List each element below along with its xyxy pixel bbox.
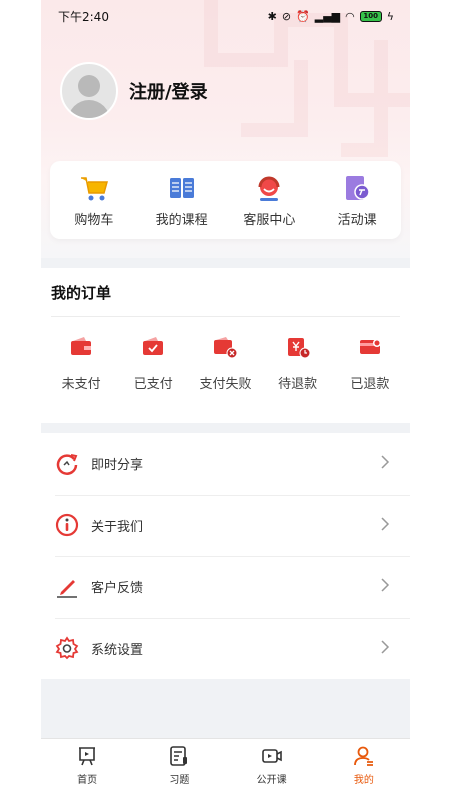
quick-action-activity-course[interactable]: 活动课 xyxy=(317,173,397,228)
menu-item-system-settings[interactable]: 系统设置 xyxy=(41,617,410,680)
quick-action-cart[interactable]: 购物车 xyxy=(54,173,134,228)
paid-wallet-icon xyxy=(143,337,164,355)
orders-title: 我的订单 xyxy=(51,284,112,302)
avatar[interactable] xyxy=(60,62,118,120)
mine-page: 下午2:40 ✱ ⊘ ⏰ ▂▄▆ ◠ 100 ϟ 注册/登录 购物车 我的课程 … xyxy=(41,0,410,800)
share-icon xyxy=(56,453,78,475)
order-status-label: 支付失败 xyxy=(199,377,252,392)
quick-actions-card: 购物车 我的课程 客服中心 活动课 xyxy=(50,161,401,239)
chevron-right-icon xyxy=(381,516,390,531)
nav-tab-mine[interactable]: 我的 xyxy=(318,739,410,800)
order-status-unpaid[interactable]: 未支付 xyxy=(48,334,114,392)
quick-action-service-center[interactable]: 客服中心 xyxy=(229,173,309,228)
profile-icon xyxy=(353,746,373,766)
status-bar: 下午2:40 ✱ ⊘ ⏰ ▂▄▆ ◠ 100 ϟ xyxy=(41,0,410,32)
quick-action-label: 客服中心 xyxy=(243,212,296,228)
charging-icon: ϟ xyxy=(386,9,394,23)
status-icons: ✱ ⊘ ⏰ ▂▄▆ ◠ 100 ϟ xyxy=(268,10,394,23)
menu-item-label: 关于我们 xyxy=(91,519,144,535)
unpaid-wallet-icon xyxy=(71,337,92,355)
quick-action-label: 购物车 xyxy=(74,212,114,228)
feedback-pen-icon xyxy=(57,579,77,598)
activity-course-icon xyxy=(346,175,370,200)
nav-tab-label: 公开课 xyxy=(256,775,287,786)
exercise-icon xyxy=(170,746,188,766)
menu-item-customer-feedback[interactable]: 客户反馈 xyxy=(41,556,410,618)
order-status-paid[interactable]: 已支付 xyxy=(120,334,186,392)
orders-section: 我的订单 未支付 已支付 支付失败 待退款 已退款 xyxy=(41,268,410,423)
profile-header: 下午2:40 ✱ ⊘ ⏰ ▂▄▆ ◠ 100 ϟ 注册/登录 购物车 我的课程 … xyxy=(41,0,410,258)
chevron-right-icon xyxy=(381,455,390,469)
nav-tab-exercises[interactable]: 习题 xyxy=(133,739,225,800)
menu-item-label: 即时分享 xyxy=(91,458,144,474)
order-status-refunded[interactable]: 已退款 xyxy=(337,334,403,392)
alarm-icon: ⏰ xyxy=(296,9,310,23)
settings-menu: 即时分享 关于我们 客户反馈 系统设置 xyxy=(41,433,410,679)
order-status-label: 已退款 xyxy=(350,377,390,392)
orders-status-row: 未支付 已支付 支付失败 待退款 已退款 xyxy=(41,334,410,392)
orders-divider xyxy=(51,316,400,317)
menu-item-about-us[interactable]: 关于我们 xyxy=(41,494,410,557)
headset-icon xyxy=(258,176,280,201)
wifi-icon: ◠ xyxy=(345,9,355,23)
settings-gear-icon xyxy=(55,636,79,660)
nav-tab-open-class[interactable]: 公开课 xyxy=(226,739,318,800)
home-screen-icon xyxy=(79,747,96,766)
battery-icon: 100 xyxy=(359,10,382,22)
video-icon xyxy=(261,749,282,763)
info-icon xyxy=(55,514,79,537)
login-register-link[interactable]: 注册/登录 xyxy=(129,78,208,104)
menu-item-label: 系统设置 xyxy=(91,642,144,658)
nav-tab-label: 首页 xyxy=(77,775,98,786)
chevron-right-icon xyxy=(381,578,390,592)
quick-action-label: 我的课程 xyxy=(155,212,208,228)
order-status-pending-refund[interactable]: 待退款 xyxy=(265,334,331,392)
mute-icon: ⊘ xyxy=(281,9,292,23)
cart-icon xyxy=(80,176,108,200)
pending-refund-icon xyxy=(287,338,311,359)
refunded-card-icon xyxy=(359,339,381,354)
chevron-right-icon xyxy=(381,639,390,654)
menu-item-instant-share[interactable]: 即时分享 xyxy=(41,433,410,495)
order-status-label: 待退款 xyxy=(278,377,318,392)
payment-failed-icon xyxy=(214,337,238,359)
nav-tab-label: 我的 xyxy=(353,775,374,786)
bottom-navigation: 首页 习题 公开课 我的 xyxy=(41,738,410,800)
menu-item-label: 客户反馈 xyxy=(91,581,144,597)
bluetooth-icon: ✱ xyxy=(267,9,277,23)
signal-icon: ▂▄▆ xyxy=(314,9,341,23)
profile-row[interactable]: 注册/登录 xyxy=(60,62,208,120)
quick-action-my-courses[interactable]: 我的课程 xyxy=(142,173,222,228)
status-time: 下午2:40 xyxy=(58,9,109,24)
quick-action-label: 活动课 xyxy=(337,212,377,228)
order-status-label: 未支付 xyxy=(61,377,101,392)
order-status-payment-failed[interactable]: 支付失败 xyxy=(192,334,258,392)
nav-tab-label: 习题 xyxy=(169,775,190,786)
order-status-label: 已支付 xyxy=(133,377,173,392)
nav-tab-home[interactable]: 首页 xyxy=(41,739,133,800)
book-icon xyxy=(169,177,194,198)
